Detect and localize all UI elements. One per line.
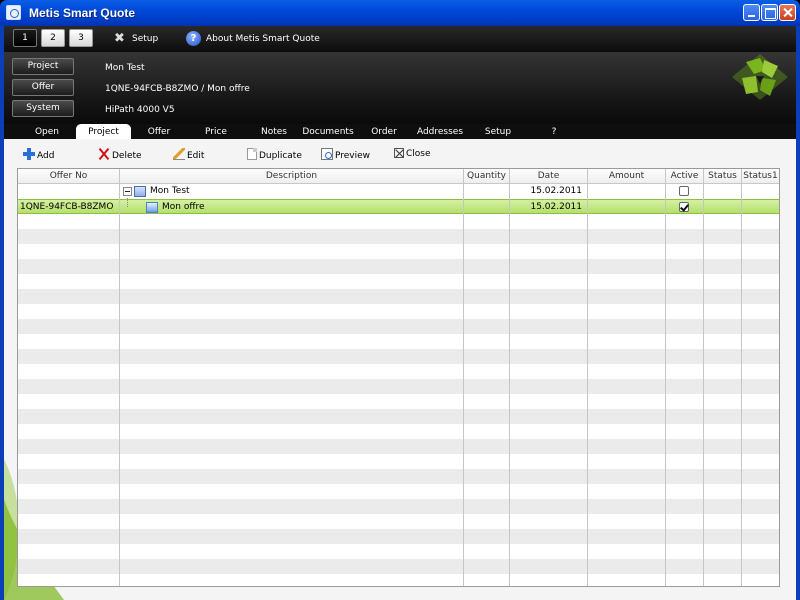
about-label: About Metis Smart Quote [206, 34, 320, 44]
tab-open[interactable]: Open [28, 124, 66, 139]
info-header: Project Offer System Mon Test 1QNE-94FCB… [4, 52, 796, 124]
col-status[interactable]: Status [704, 169, 742, 184]
project-value: Mon Test [105, 63, 145, 73]
pencil-icon [173, 148, 185, 160]
delete-button[interactable]: Delete [98, 148, 142, 162]
offer-button[interactable]: Offer [12, 79, 74, 96]
view-button-3[interactable]: 3 [69, 29, 93, 47]
column-divider [509, 169, 510, 586]
tab-help[interactable]: ? [544, 124, 564, 139]
preview-button[interactable]: Preview [321, 148, 370, 162]
delete-x-icon [98, 148, 110, 160]
view-button-2[interactable]: 2 [41, 29, 65, 47]
top-toolbar: 1 2 3 ✖ Setup ? About Metis Smart Quote [4, 26, 796, 52]
project-node-icon [134, 186, 146, 197]
column-divider [587, 169, 588, 586]
add-button[interactable]: Add [23, 148, 54, 162]
collapse-icon[interactable] [123, 187, 132, 196]
setup-menu[interactable]: ✖ Setup [112, 31, 158, 46]
add-label: Add [37, 151, 55, 161]
wrench-icon: ✖ [114, 31, 125, 46]
col-date[interactable]: Date [510, 169, 588, 184]
preview-label: Preview [335, 151, 371, 161]
minimize-button[interactable] [743, 4, 760, 21]
col-amount[interactable]: Amount [588, 169, 666, 184]
edit-label: Edit [187, 151, 205, 161]
column-divider [665, 169, 666, 586]
tab-offer[interactable]: Offer [139, 124, 179, 139]
view-button-1[interactable]: 1 [13, 29, 37, 47]
tab-bar: Open Project Offer Price Notes Documents… [4, 124, 796, 139]
tab-project[interactable]: Project [76, 124, 131, 139]
row1-active-checkbox[interactable] [679, 186, 689, 196]
col-offer-no[interactable]: Offer No [18, 169, 120, 184]
col-status1[interactable]: Status1 [742, 169, 779, 184]
tree-line [127, 198, 128, 207]
close-button[interactable]: Close [394, 148, 431, 160]
edit-button[interactable]: Edit [173, 148, 204, 162]
system-value: HiPath 4000 V5 [105, 105, 175, 115]
maximize-button[interactable] [761, 4, 778, 21]
help-icon: ? [186, 31, 201, 46]
column-divider [741, 169, 742, 586]
action-bar: Add Delete Edit Duplicate Preview Close [4, 139, 796, 165]
window-title: Metis Smart Quote [29, 6, 136, 20]
title-bar: Metis Smart Quote [0, 0, 800, 26]
column-divider [463, 169, 464, 586]
row2-amount [588, 200, 662, 215]
delete-label: Delete [112, 151, 142, 161]
about-menu[interactable]: ? About Metis Smart Quote [186, 31, 320, 46]
row2-quantity [464, 200, 508, 215]
row1-offer-no [20, 184, 118, 199]
preview-icon [321, 148, 333, 160]
row2-date: 15.02.2011 [530, 202, 582, 212]
column-divider [119, 169, 120, 586]
app-icon[interactable] [6, 5, 21, 20]
tab-addresses[interactable]: Addresses [414, 124, 466, 139]
row1-description: Mon Test [150, 186, 190, 196]
row2-active-checkbox[interactable] [679, 202, 689, 212]
row2-offer-no: 1QNE-94FCB-B8ZMO [20, 202, 114, 212]
tab-order[interactable]: Order [364, 124, 404, 139]
close-icon [394, 148, 404, 158]
plus-icon [23, 148, 35, 160]
close-window-button[interactable] [779, 4, 796, 21]
document-icon [247, 148, 257, 160]
project-button[interactable]: Project [12, 58, 74, 75]
offer-node-icon [146, 202, 158, 213]
column-divider [703, 169, 704, 586]
tab-notes[interactable]: Notes [254, 124, 294, 139]
duplicate-label: Duplicate [259, 151, 302, 161]
col-active[interactable]: Active [666, 169, 704, 184]
system-button[interactable]: System [12, 100, 74, 117]
tab-setup[interactable]: Setup [478, 124, 518, 139]
row1-amount [588, 184, 662, 199]
duplicate-button[interactable]: Duplicate [247, 148, 302, 162]
close-label: Close [406, 149, 431, 159]
offers-grid[interactable]: Offer No Description Quantity Date Amoun… [17, 168, 780, 587]
offer-value: 1QNE-94FCB-B8ZMO / Mon offre [105, 84, 250, 94]
row2-description: Mon offre [162, 202, 205, 212]
tab-documents[interactable]: Documents [302, 124, 354, 139]
tab-price[interactable]: Price [196, 124, 236, 139]
row1-date: 15.02.2011 [530, 186, 582, 196]
metis-logo [732, 54, 788, 100]
setup-label: Setup [132, 34, 159, 44]
col-description[interactable]: Description [120, 169, 464, 184]
col-quantity[interactable]: Quantity [464, 169, 510, 184]
row1-quantity [464, 184, 508, 199]
